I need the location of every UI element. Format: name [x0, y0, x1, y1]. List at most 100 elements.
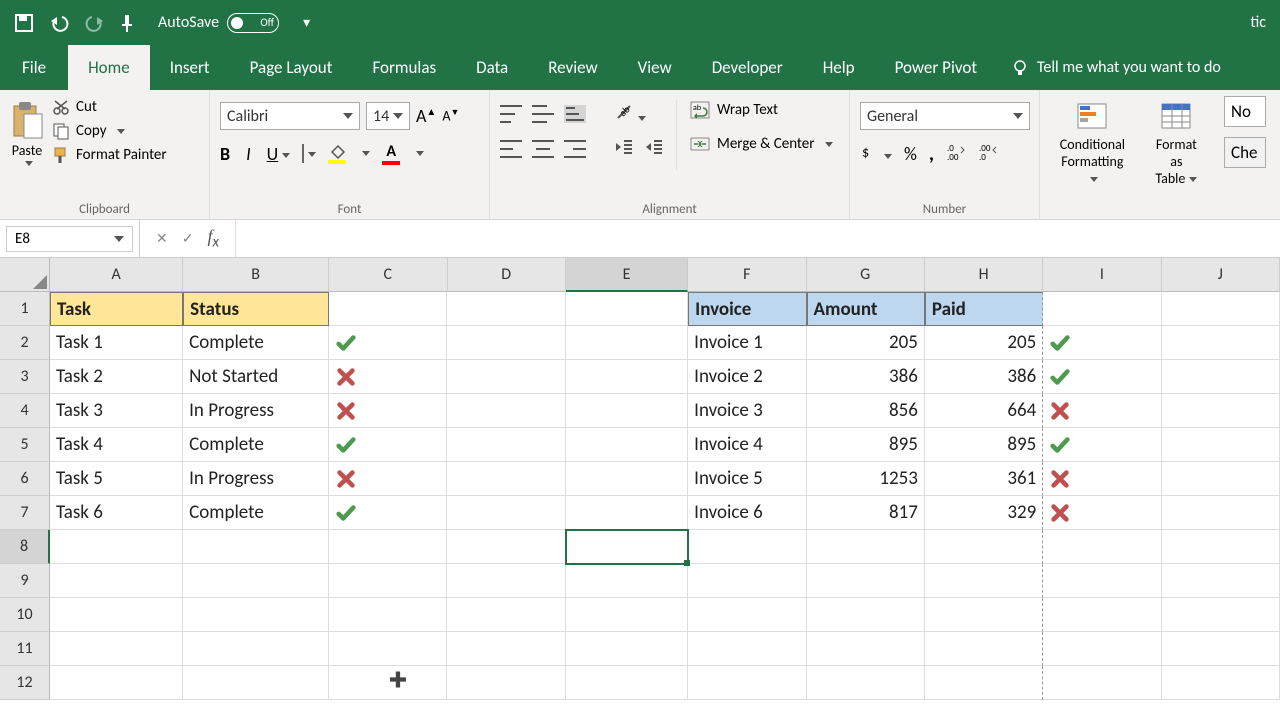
- cell-A6[interactable]: Task 5: [50, 462, 183, 496]
- tab-review[interactable]: Review: [528, 45, 617, 90]
- cell-F12[interactable]: [688, 666, 806, 700]
- cell-G7[interactable]: 817: [807, 496, 925, 530]
- cell-H6[interactable]: 361: [925, 462, 1043, 496]
- cell-D1[interactable]: [447, 292, 565, 326]
- cell-D12[interactable]: [447, 666, 565, 700]
- cell-E1[interactable]: [566, 292, 688, 326]
- cell-E5[interactable]: [566, 428, 688, 462]
- cell-G5[interactable]: 895: [807, 428, 925, 462]
- column-header-G[interactable]: G: [807, 258, 925, 292]
- cell-F6[interactable]: Invoice 5: [688, 462, 806, 496]
- row-header-1[interactable]: 1: [0, 292, 50, 326]
- cell-C12[interactable]: [329, 666, 447, 700]
- cell-C8[interactable]: [329, 530, 447, 564]
- number-format-combo[interactable]: General: [860, 102, 1030, 130]
- autosave-control[interactable]: AutoSave Off: [158, 13, 279, 33]
- cell-D10[interactable]: [447, 598, 565, 632]
- cell-B12[interactable]: [183, 666, 329, 700]
- cell-I10[interactable]: [1043, 598, 1161, 632]
- cell-G3[interactable]: 386: [807, 360, 925, 394]
- cell-F10[interactable]: [688, 598, 806, 632]
- cancel-formula-icon[interactable]: ✕: [156, 230, 168, 247]
- cell-G11[interactable]: [807, 632, 925, 666]
- row-header-9[interactable]: 9: [0, 564, 50, 598]
- cell-B2[interactable]: Complete: [183, 326, 329, 360]
- cell-C10[interactable]: [329, 598, 447, 632]
- cell-G6[interactable]: 1253: [807, 462, 925, 496]
- save-icon[interactable]: [14, 13, 34, 33]
- cell-A11[interactable]: [50, 632, 183, 666]
- cell-J2[interactable]: [1162, 326, 1280, 360]
- cell-J9[interactable]: [1162, 564, 1280, 598]
- column-header-D[interactable]: D: [448, 258, 566, 292]
- tab-view[interactable]: View: [618, 45, 692, 90]
- spreadsheet-grid[interactable]: 123456789101112 ABCDEFGHIJ TaskStatusInv…: [0, 258, 1280, 700]
- comma-button[interactable]: ,: [929, 142, 934, 166]
- column-header-F[interactable]: F: [688, 258, 806, 292]
- cell-J8[interactable]: [1162, 530, 1280, 564]
- align-bottom-button[interactable]: [564, 105, 586, 123]
- cell-J11[interactable]: [1162, 632, 1280, 666]
- cell-J7[interactable]: [1162, 496, 1280, 530]
- font-color-button[interactable]: A: [382, 142, 400, 165]
- cell-H9[interactable]: [925, 564, 1043, 598]
- cell-B10[interactable]: [183, 598, 329, 632]
- cell-I9[interactable]: [1043, 564, 1161, 598]
- cell-G2[interactable]: 205: [807, 326, 925, 360]
- cell-B1[interactable]: Status: [183, 292, 329, 326]
- cell-style-check[interactable]: Che: [1224, 137, 1266, 168]
- cell-C6[interactable]: [329, 462, 447, 496]
- enter-formula-icon[interactable]: ✓: [182, 230, 194, 247]
- cell-A4[interactable]: Task 3: [50, 394, 183, 428]
- align-center-button[interactable]: [532, 140, 554, 158]
- cell-E2[interactable]: [566, 326, 688, 360]
- cell-E8[interactable]: [566, 530, 688, 564]
- tab-help[interactable]: Help: [803, 45, 875, 90]
- orientation-button[interactable]: ab: [614, 102, 646, 126]
- cell-D7[interactable]: [447, 496, 565, 530]
- cell-J12[interactable]: [1162, 666, 1280, 700]
- cell-I5[interactable]: [1043, 428, 1161, 462]
- cell-F8[interactable]: [688, 530, 806, 564]
- row-header-8[interactable]: 8: [0, 530, 50, 564]
- cell-C9[interactable]: [329, 564, 447, 598]
- cell-B6[interactable]: In Progress: [183, 462, 329, 496]
- tab-data[interactable]: Data: [456, 45, 528, 90]
- cell-A9[interactable]: [50, 564, 183, 598]
- cell-I12[interactable]: [1043, 666, 1161, 700]
- cell-F4[interactable]: Invoice 3: [688, 394, 806, 428]
- cell-A3[interactable]: Task 2: [50, 360, 183, 394]
- align-right-button[interactable]: [564, 140, 586, 158]
- cell-F7[interactable]: Invoice 6: [688, 496, 806, 530]
- cell-B11[interactable]: [183, 632, 329, 666]
- cell-B7[interactable]: Complete: [183, 496, 329, 530]
- row-header-3[interactable]: 3: [0, 360, 50, 394]
- cell-J6[interactable]: [1162, 462, 1280, 496]
- cell-D11[interactable]: [447, 632, 565, 666]
- cell-C5[interactable]: [329, 428, 447, 462]
- cell-A1[interactable]: Task: [50, 292, 183, 326]
- row-header-5[interactable]: 5: [0, 428, 50, 462]
- cell-B4[interactable]: In Progress: [183, 394, 329, 428]
- cell-D6[interactable]: [447, 462, 565, 496]
- cell-E7[interactable]: [566, 496, 688, 530]
- cell-G8[interactable]: [807, 530, 925, 564]
- tab-power-pivot[interactable]: Power Pivot: [875, 45, 997, 90]
- row-header-7[interactable]: 7: [0, 496, 50, 530]
- cell-A2[interactable]: Task 1: [50, 326, 183, 360]
- column-header-I[interactable]: I: [1043, 258, 1161, 292]
- accounting-format-button[interactable]: $: [860, 143, 892, 166]
- row-header-6[interactable]: 6: [0, 462, 50, 496]
- cell-G4[interactable]: 856: [807, 394, 925, 428]
- cell-A7[interactable]: Task 6: [50, 496, 183, 530]
- align-top-button[interactable]: [500, 105, 522, 123]
- increase-font-icon[interactable]: A▲: [416, 105, 436, 127]
- font-name-combo[interactable]: Calibri: [220, 102, 360, 130]
- cell-G1[interactable]: Amount: [807, 292, 925, 326]
- row-header-2[interactable]: 2: [0, 326, 50, 360]
- cell-F9[interactable]: [688, 564, 806, 598]
- cell-F11[interactable]: [688, 632, 806, 666]
- row-header-4[interactable]: 4: [0, 394, 50, 428]
- cell-D5[interactable]: [447, 428, 565, 462]
- column-header-A[interactable]: A: [50, 258, 183, 292]
